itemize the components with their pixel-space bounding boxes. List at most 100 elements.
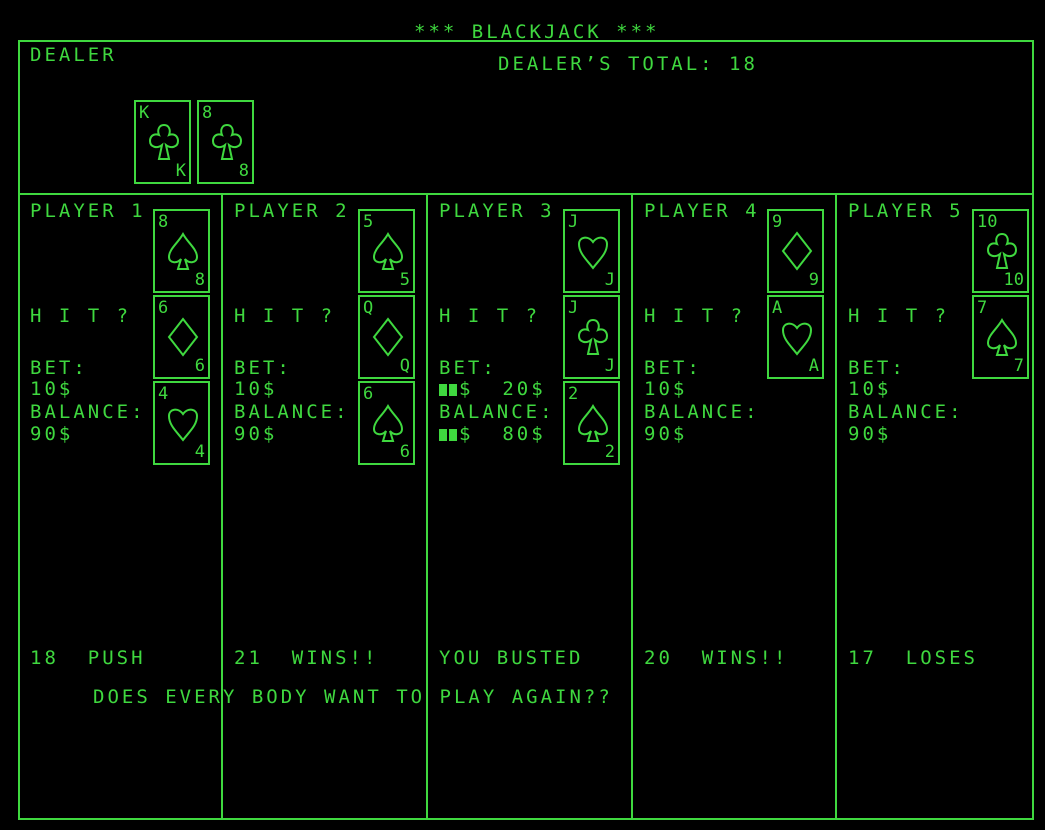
player-card: 99 (767, 209, 824, 293)
card-rank-bottom: 9 (808, 270, 819, 290)
card-rank-bottom: 8 (238, 161, 249, 181)
column-divider-3 (631, 193, 633, 820)
player-name: PLAYER 1 (30, 200, 146, 222)
column-divider-1 (221, 193, 223, 820)
balance-value: 90$ (848, 423, 892, 445)
balance-label: BALANCE: (234, 401, 350, 423)
diamonds-icon (372, 317, 404, 357)
card-rank-top: 4 (158, 384, 169, 404)
hit-prompt[interactable]: H I T ? (439, 306, 540, 326)
card-rank-top: J (568, 298, 579, 318)
card-rank-top: 8 (202, 103, 213, 123)
dealer-card: KK (134, 100, 191, 184)
balance-value: 90$ (30, 423, 74, 445)
player-card: 88 (153, 209, 210, 293)
hearts-icon (167, 408, 199, 442)
column-divider-2 (426, 193, 428, 820)
player-card: JJ (563, 209, 620, 293)
input-cursor-block (449, 429, 457, 441)
card-rank-bottom: J (604, 356, 615, 376)
card-rank-bottom: Q (399, 356, 410, 376)
bet-label: BET: (644, 357, 702, 379)
diamonds-icon (167, 317, 199, 357)
card-rank-bottom: J (604, 270, 615, 290)
card-rank-top: 5 (363, 212, 374, 232)
card-rank-bottom: 2 (604, 442, 615, 462)
spades-icon (372, 231, 404, 270)
card-rank-bottom: 6 (399, 442, 410, 462)
hit-prompt[interactable]: H I T ? (644, 306, 745, 326)
clubs-icon (986, 232, 1018, 269)
game-title: *** BLACKJACK *** (414, 21, 660, 43)
input-cursor-block (439, 384, 447, 396)
hand-result: 20 WINS!! (644, 647, 789, 669)
bet-value: 10$ (234, 378, 278, 400)
card-rank-bottom: 10 (1003, 270, 1024, 290)
card-rank-top: Q (363, 298, 374, 318)
card-rank-top: 10 (977, 212, 998, 232)
player-card: 66 (153, 295, 210, 379)
player-card: 10 10 (972, 209, 1029, 293)
balance-label: BALANCE: (439, 401, 555, 423)
bet-value: 10$ (30, 378, 74, 400)
dealer-divider (18, 193, 1034, 195)
card-rank-bottom: A (808, 356, 819, 376)
card-rank-top: 2 (568, 384, 579, 404)
bet-label: BET: (234, 357, 292, 379)
input-cursor-block (439, 429, 447, 441)
clubs-icon (148, 123, 180, 160)
hit-prompt[interactable]: H I T ? (848, 306, 949, 326)
player-card: 66 (358, 381, 415, 465)
spades-icon (577, 403, 609, 442)
player-name: PLAYER 2 (234, 200, 350, 222)
column-divider-4 (835, 193, 837, 820)
card-rank-bottom: 5 (399, 270, 410, 290)
player-card: 22 (563, 381, 620, 465)
player-card: QQ (358, 295, 415, 379)
dealer-total: DEALER’S TOTAL: 18 (498, 53, 758, 75)
card-rank-top: 8 (158, 212, 169, 232)
dealer-label: DEALER (30, 44, 117, 66)
player-card: 77 (972, 295, 1029, 379)
hand-result: YOU BUSTED (439, 647, 584, 669)
spades-icon (167, 231, 199, 270)
hand-result: 18 PUSH (30, 647, 146, 669)
card-rank-bottom: 7 (1013, 356, 1024, 376)
card-rank-top: J (568, 212, 579, 232)
card-rank-top: 6 (158, 298, 169, 318)
player-name: PLAYER 5 (848, 200, 964, 222)
balance-label: BALANCE: (30, 401, 146, 423)
player-card: AA (767, 295, 824, 379)
clubs-icon (577, 318, 609, 355)
player-name: PLAYER 3 (439, 200, 555, 222)
hand-result: 17 LOSES (848, 647, 978, 669)
bet-value: 10$ (644, 378, 688, 400)
spades-icon (372, 403, 404, 442)
bet-label: BET: (30, 357, 88, 379)
card-rank-bottom: K (175, 161, 186, 181)
bet-label: BET: (439, 357, 497, 379)
card-rank-bottom: 4 (194, 442, 205, 462)
dealer-card: 88 (197, 100, 254, 184)
hit-prompt[interactable]: H I T ? (30, 306, 131, 326)
balance-value: $ 80$ (439, 424, 546, 444)
player-card: 44 (153, 381, 210, 465)
play-again-prompt[interactable]: DOES EVERY BODY WANT TO PLAY AGAIN?? (93, 687, 613, 707)
hearts-icon (577, 236, 609, 270)
hearts-icon (781, 322, 813, 356)
player-card: 55 (358, 209, 415, 293)
input-cursor-block (449, 384, 457, 396)
balance-label: BALANCE: (644, 401, 760, 423)
card-rank-top: 6 (363, 384, 374, 404)
card-rank-bottom: 6 (194, 356, 205, 376)
bet-value: 10$ (848, 378, 892, 400)
spades-icon (986, 317, 1018, 356)
card-rank-bottom: 8 (194, 270, 205, 290)
bet-value: $ 20$ (439, 379, 546, 399)
hit-prompt[interactable]: H I T ? (234, 306, 335, 326)
bet-label: BET: (848, 357, 906, 379)
player-name: PLAYER 4 (644, 200, 760, 222)
balance-value: 90$ (234, 423, 278, 445)
card-rank-top: 9 (772, 212, 783, 232)
balance-label: BALANCE: (848, 401, 964, 423)
